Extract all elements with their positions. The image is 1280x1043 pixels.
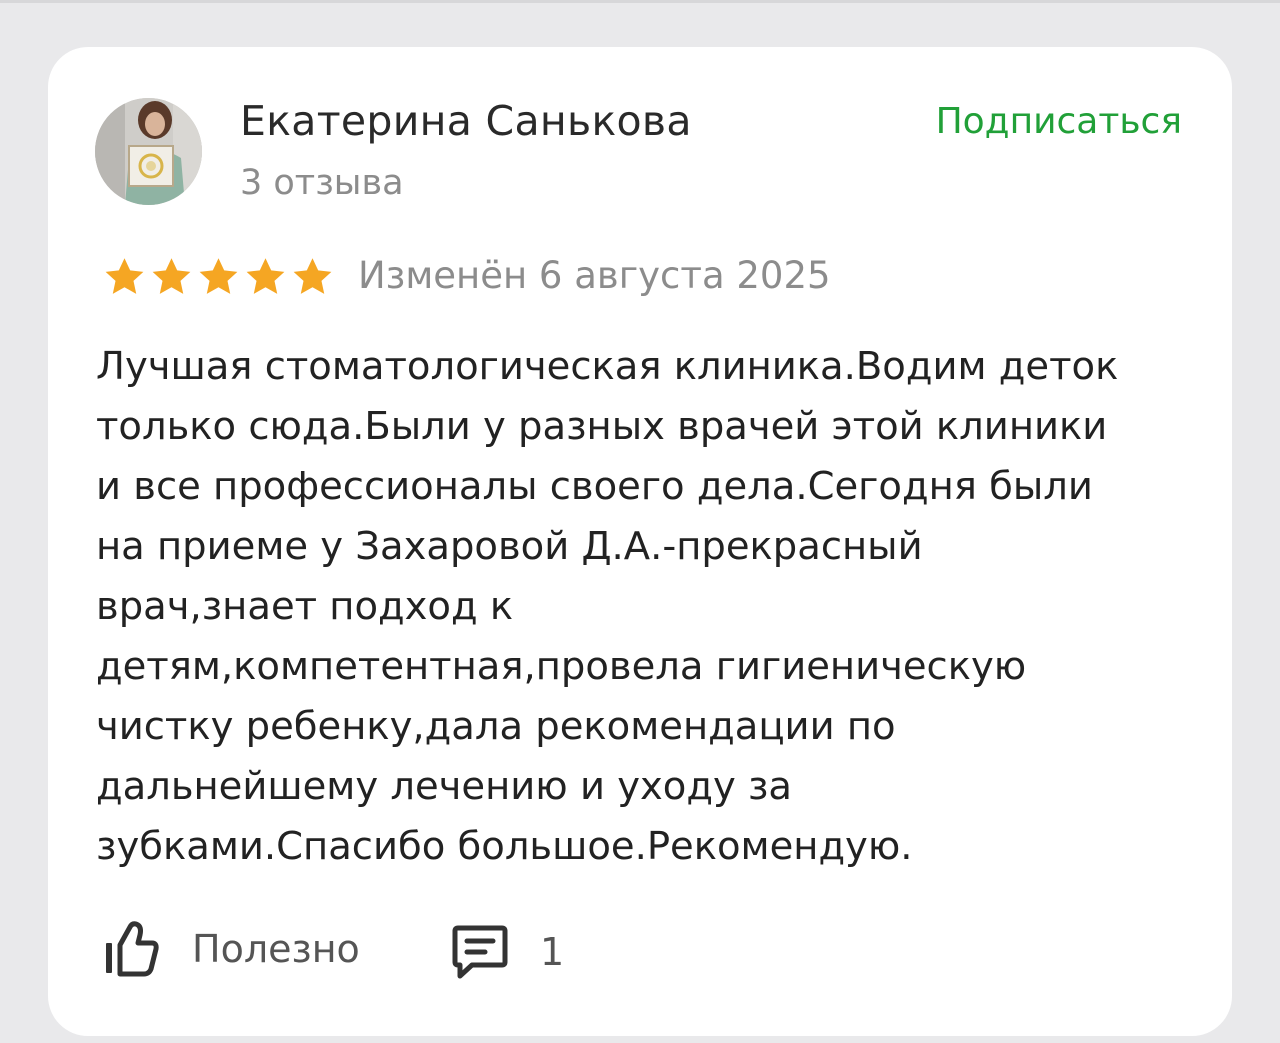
top-divider [0, 0, 1280, 3]
star-icon [199, 258, 238, 294]
subscribe-button[interactable]: Подписаться [936, 101, 1182, 142]
star-icon [152, 258, 191, 294]
author-name[interactable]: Екатерина Санькова [240, 97, 692, 145]
thumbs-up-icon [106, 921, 159, 977]
helpful-label: Полезно [192, 927, 360, 971]
review-text: Лучшая стоматологическая клиника.Водим д… [96, 344, 1119, 869]
star-icon [293, 258, 332, 294]
star-icon [105, 258, 144, 294]
star-icon [246, 258, 285, 294]
avatar[interactable] [95, 98, 202, 205]
rating-stars [101, 255, 336, 299]
author-reviews-count: 3 отзыва [240, 163, 404, 203]
avatar-image [95, 98, 202, 205]
comment-icon [452, 925, 508, 979]
comments-count: 1 [540, 930, 565, 974]
review-date: Изменён 6 августа 2025 [358, 254, 831, 297]
helpful-button[interactable]: Полезно [102, 919, 360, 979]
review-card: Екатерина Санькова 3 отзыва Подписаться … [48, 47, 1232, 1036]
comments-button[interactable]: 1 [450, 922, 564, 982]
